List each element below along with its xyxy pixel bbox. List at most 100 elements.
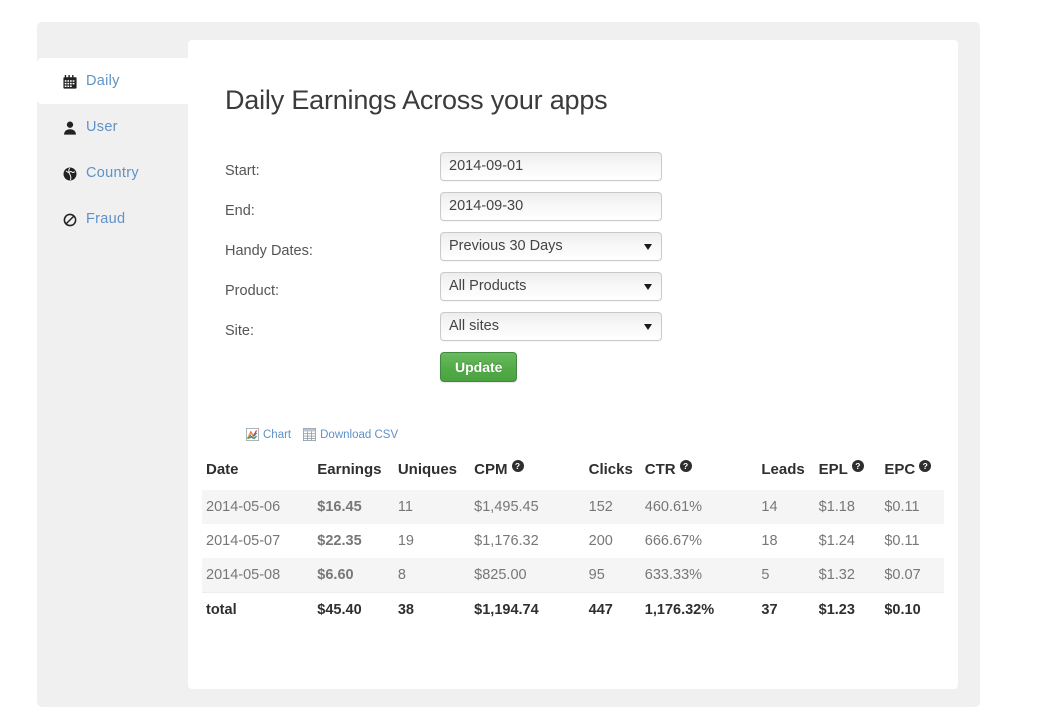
sidebar-item-daily[interactable]: Daily (37, 58, 201, 104)
field-label: Handy Dates: (225, 243, 313, 259)
user-icon (63, 121, 77, 135)
field-label: Site: (225, 323, 254, 339)
field-label: Start: (225, 163, 260, 179)
sidebar: Daily User Country Fraud (37, 58, 192, 242)
ban-icon (63, 213, 77, 227)
filter-form: Start: 2014-09-01 End: 2014-09-30 Handy Date… (225, 152, 925, 352)
calendar-icon (63, 75, 77, 89)
cell-epc: $0.11 (880, 524, 944, 558)
total-cell-earnings: $45.40 (313, 593, 394, 628)
chevron-down-icon (644, 244, 652, 250)
cell-uniques: 8 (394, 558, 470, 593)
column-header-label: Clicks (589, 461, 633, 478)
export-bar: Chart Download CSV (246, 428, 398, 441)
sidebar-item-label: User (86, 119, 118, 135)
content-card: Daily Earnings Across your apps Start:20… (188, 40, 958, 689)
total-cell-leads: 37 (757, 593, 814, 628)
column-header-label: Uniques (398, 461, 457, 478)
help-circle-icon[interactable]: ? (512, 460, 524, 472)
column-header-label: Earnings (317, 461, 381, 478)
form-row: Product: All Products (225, 272, 925, 312)
column-header-label: CPM (474, 461, 507, 478)
start-input[interactable]: 2014-09-01 (440, 152, 662, 181)
download-csv-label: Download CSV (320, 429, 398, 441)
field-value: Previous 30 Days (449, 238, 563, 254)
cell-leads: 14 (757, 490, 814, 524)
download-csv-link[interactable]: Download CSV (303, 428, 398, 441)
cell-uniques: 19 (394, 524, 470, 558)
column-header-label: EPL (819, 461, 848, 478)
table-total-row: total$45.4038$1,194.744471,176.32%37$1.2… (202, 593, 944, 628)
form-row: Site: All sites (225, 312, 925, 352)
total-cell-epl: $1.23 (815, 593, 881, 628)
cell-earnings: $16.45 (313, 490, 394, 524)
column-header-date: Date (202, 453, 313, 490)
total-cell-date: total (202, 593, 313, 628)
sidebar-item-label: Daily (86, 73, 120, 89)
column-header-cpm: CPM? (470, 453, 584, 490)
column-header-ctr: CTR? (641, 453, 758, 490)
column-header-epc: EPC? (880, 453, 944, 490)
cell-earnings: $22.35 (313, 524, 394, 558)
chevron-down-icon (644, 284, 652, 290)
table-row: 2014-05-07$22.3519$1,176.32200666.67%18$… (202, 524, 944, 558)
total-cell-clicks: 447 (585, 593, 641, 628)
cell-cpm: $1,176.32 (470, 524, 584, 558)
outer-panel: Daily Earnings Across your apps Start:20… (37, 22, 980, 707)
cell-date: 2014-05-08 (202, 558, 313, 593)
chevron-down-icon (644, 324, 652, 330)
chart-icon (246, 428, 259, 441)
product-select[interactable]: All Products (440, 272, 662, 301)
chart-link[interactable]: Chart (246, 428, 291, 441)
cell-uniques: 11 (394, 490, 470, 524)
column-header-label: Leads (761, 461, 804, 478)
table-row: 2014-05-08$6.608$825.0095633.33%5$1.32$0… (202, 558, 944, 593)
cell-leads: 5 (757, 558, 814, 593)
help-circle-icon[interactable]: ? (919, 460, 931, 472)
column-header-label: Date (206, 461, 239, 478)
cell-date: 2014-05-06 (202, 490, 313, 524)
sidebar-item-fraud[interactable]: Fraud (37, 196, 192, 242)
sidebar-item-label: Fraud (86, 211, 125, 227)
total-cell-epc: $0.10 (880, 593, 944, 628)
sidebar-item-label: Country (86, 165, 139, 181)
column-header-label: EPC (884, 461, 915, 478)
total-cell-ctr: 1,176.32% (641, 593, 758, 628)
sidebar-item-country[interactable]: Country (37, 150, 192, 196)
earnings-table: DateEarningsUniquesCPM?ClicksCTR?LeadsEP… (202, 453, 944, 627)
handy-dates-select[interactable]: Previous 30 Days (440, 232, 662, 261)
cell-date: 2014-05-07 (202, 524, 313, 558)
field-label: Product: (225, 283, 279, 299)
cell-epl: $1.32 (815, 558, 881, 593)
field-value: All sites (449, 318, 499, 334)
help-circle-icon[interactable]: ? (852, 460, 864, 472)
cell-ctr: 633.33% (641, 558, 758, 593)
update-button[interactable]: Update (440, 352, 517, 382)
cell-ctr: 460.61% (641, 490, 758, 524)
site-select[interactable]: All sites (440, 312, 662, 341)
total-cell-cpm: $1,194.74 (470, 593, 584, 628)
cell-epc: $0.11 (880, 490, 944, 524)
cell-earnings: $6.60 (313, 558, 394, 593)
sidebar-item-user[interactable]: User (37, 104, 192, 150)
cell-ctr: 666.67% (641, 524, 758, 558)
cell-epc: $0.07 (880, 558, 944, 593)
form-row: End: 2014-09-30 (225, 192, 925, 232)
cell-cpm: $825.00 (470, 558, 584, 593)
table-header-row: DateEarningsUniquesCPM?ClicksCTR?LeadsEP… (202, 453, 944, 490)
cell-epl: $1.24 (815, 524, 881, 558)
end-input[interactable]: 2014-09-30 (440, 192, 662, 221)
column-header-epl: EPL? (815, 453, 881, 490)
cell-epl: $1.18 (815, 490, 881, 524)
table-head: DateEarningsUniquesCPM?ClicksCTR?LeadsEP… (202, 453, 944, 490)
column-header-earnings: Earnings (313, 453, 394, 490)
table-row: 2014-05-06$16.4511$1,495.45152460.61%14$… (202, 490, 944, 524)
help-circle-icon[interactable]: ? (680, 460, 692, 472)
column-header-label: CTR (645, 461, 676, 478)
table-grid-icon (303, 428, 316, 441)
cell-clicks: 95 (585, 558, 641, 593)
field-label: End: (225, 203, 255, 219)
cell-clicks: 200 (585, 524, 641, 558)
field-value: 2014-09-01 (449, 158, 523, 174)
form-row: Start: 2014-09-01 (225, 152, 925, 192)
